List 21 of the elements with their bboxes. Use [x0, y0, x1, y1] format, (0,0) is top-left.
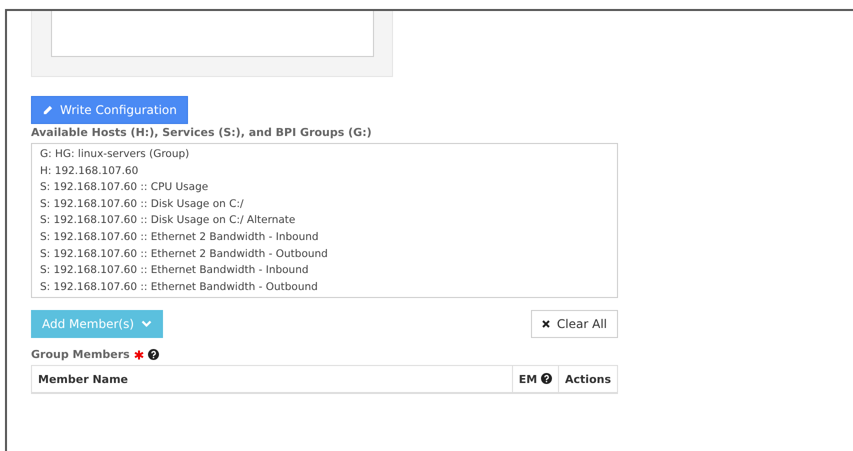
column-header: EM	[518, 372, 538, 386]
list-item[interactable]: S: 192.168.107.60 :: Ethernet Bandwidth - Outbound	[40, 278, 609, 296]
list-item[interactable]: S: 192.168.107.60 :: CPU Usage	[40, 179, 609, 196]
list-item[interactable]: S: 192.168.107.60 :: Ethernet 2 Bandwidth - Inbound	[40, 228, 609, 246]
hosts-label: Available Hosts (H:), Services (S:), and BPI Groups (G:)	[31, 126, 372, 139]
list-item[interactable]: S: 192.168.107.60 :: Disk Usage on C:/ Alternate	[40, 212, 609, 229]
help-icon[interactable]	[541, 372, 552, 384]
chevron-down-icon	[141, 320, 152, 328]
list-item[interactable]: S: 192.168.107.60 :: Ethernet Bandwidth - Inbound	[40, 262, 609, 279]
pencil-icon	[42, 104, 53, 116]
list-item[interactable]: G: HG: linux-servers (Group)	[40, 146, 609, 163]
help-icon[interactable]	[148, 349, 159, 360]
close-icon	[542, 320, 550, 328]
list-item[interactable]: S: 192.168.107.60 :: Ethernet 2 Bandwidth - Outbound	[40, 246, 609, 262]
list-item[interactable]: S: 192.168.107.60 :: Disk Usage on C:/	[40, 196, 609, 212]
column-header: Actions	[565, 372, 611, 386]
hosts-listbox[interactable]	[31, 143, 618, 298]
column-header: Member Name	[38, 372, 128, 386]
list-item[interactable]: H: 192.168.107.60	[40, 162, 609, 180]
group-members-label: Group Members	[31, 348, 130, 361]
clear-all-button[interactable]: Clear All	[530, 310, 618, 338]
